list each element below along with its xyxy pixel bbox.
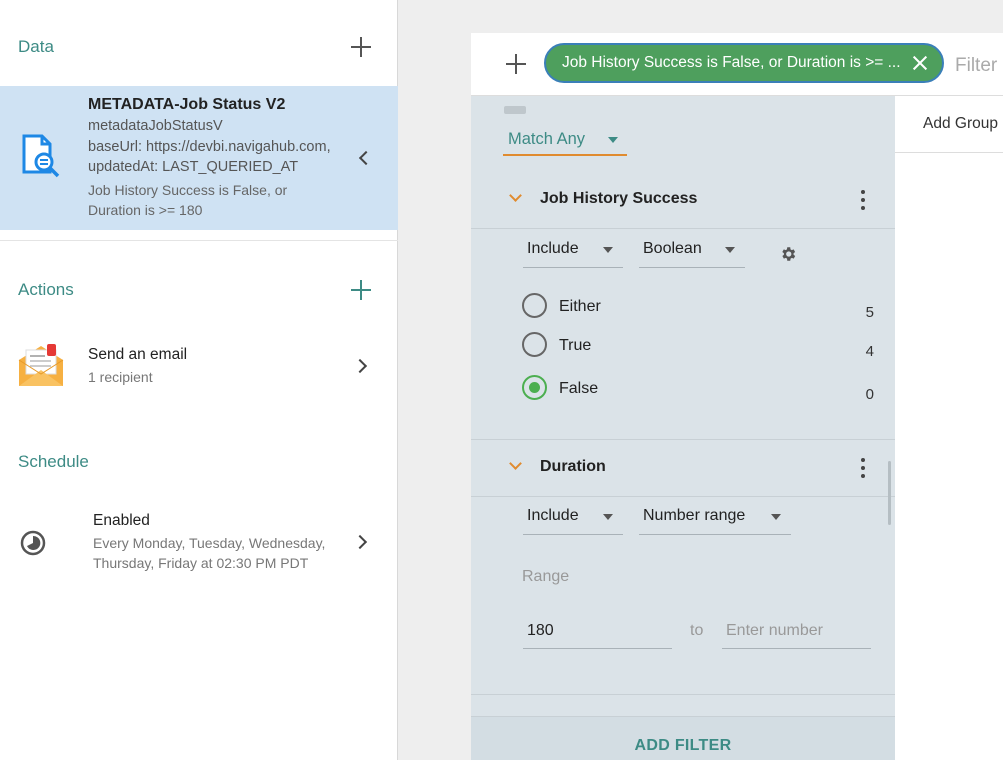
more-vert-icon[interactable]: [861, 458, 865, 478]
radio-true[interactable]: [522, 332, 547, 357]
add-filter-button[interactable]: ADD FILTER: [471, 737, 895, 755]
action-item-email[interactable]: Send an email 1 recipient: [0, 330, 398, 400]
add-filter-footer: ADD FILTER: [471, 716, 895, 760]
divider: [471, 228, 895, 229]
radio-label: False: [559, 380, 599, 397]
data-source-filter-summary-1: Job History Success is False, or: [88, 182, 288, 198]
range-from-value: 180: [527, 622, 554, 639]
match-mode-select[interactable]: Match Any: [503, 124, 627, 156]
left-panel: Data METADATA-Job Status V2 metadataJobS…: [0, 0, 398, 760]
filter-group-title: Job History Success: [540, 190, 698, 207]
chevron-left-icon[interactable]: [358, 150, 374, 166]
add-group-button[interactable]: Add Group: [923, 115, 998, 133]
clock-icon: [20, 530, 46, 556]
close-icon[interactable]: [912, 55, 928, 71]
data-source-subtitle: metadataJobStatusV: [88, 118, 223, 134]
include-select[interactable]: Include: [523, 234, 623, 268]
range-to-input[interactable]: Enter number: [722, 613, 871, 649]
schedule-days: Every Monday, Tuesday, Wednesday,: [93, 535, 326, 551]
chevron-down-icon[interactable]: [509, 457, 522, 470]
data-source-filter-summary-2: Duration is >= 180: [88, 202, 203, 218]
caret-down-icon: [603, 247, 613, 253]
chevron-right-icon[interactable]: [352, 358, 368, 374]
range-label: Range: [522, 568, 570, 585]
filter-group-job-history-success[interactable]: Job History Success: [471, 178, 895, 222]
email-envelope-icon: [18, 344, 64, 386]
add-filter-chip-icon[interactable]: [505, 53, 527, 75]
data-source-baseurl: baseUrl: https://devbi.navigahub.com,: [88, 139, 331, 155]
add-data-icon[interactable]: [350, 36, 372, 58]
schedule-item[interactable]: Enabled Every Monday, Tuesday, Wednesday…: [0, 505, 398, 577]
filter-chip[interactable]: Job History Success is False, or Duratio…: [544, 43, 944, 83]
radio-count: 5: [865, 304, 874, 321]
add-action-icon[interactable]: [350, 279, 372, 301]
data-section-title: Data: [18, 37, 54, 56]
caret-down-icon: [771, 514, 781, 520]
caret-down-icon: [725, 247, 735, 253]
data-source-card[interactable]: METADATA-Job Status V2 metadataJobStatus…: [0, 86, 398, 230]
type-select-label: Boolean: [643, 240, 702, 257]
include-select[interactable]: Include: [523, 501, 623, 535]
include-select-label: Include: [527, 507, 579, 524]
chevron-down-icon[interactable]: [509, 189, 522, 202]
schedule-status: Enabled: [93, 512, 150, 529]
actions-section-title: Actions: [18, 280, 74, 299]
type-select-label: Number range: [643, 507, 746, 524]
chevron-right-icon[interactable]: [352, 534, 368, 550]
group-column: Add Group: [895, 96, 1003, 760]
filter-bar: Job History Success is False, or Duratio…: [471, 33, 1003, 96]
range-from-input[interactable]: 180: [523, 613, 672, 649]
divider: [471, 694, 895, 695]
radio-either[interactable]: [522, 293, 547, 318]
caret-down-icon: [608, 137, 618, 143]
filter-search-hint[interactable]: Filter: [955, 55, 997, 77]
include-select-label: Include: [527, 240, 579, 257]
schedule-section-title: Schedule: [18, 452, 89, 471]
type-select[interactable]: Boolean: [639, 234, 745, 268]
divider: [471, 496, 895, 497]
schedule-time: Thursday, Friday at 02:30 PM PDT: [93, 555, 309, 571]
filter-panel: Match Any Job History Success Include Bo…: [471, 96, 895, 760]
range-to-placeholder: Enter number: [726, 622, 823, 639]
match-mode-label: Match Any: [508, 130, 586, 148]
type-select[interactable]: Number range: [639, 501, 791, 535]
radio-label: True: [559, 337, 592, 354]
drag-handle[interactable]: [504, 106, 526, 114]
radio-false[interactable]: [522, 375, 547, 400]
divider: [895, 152, 1003, 153]
range-to-label: to: [690, 622, 704, 639]
radio-count: 0: [865, 386, 874, 403]
gear-icon[interactable]: [779, 245, 797, 263]
panel-scrollbar[interactable]: [888, 461, 891, 525]
radio-count: 4: [865, 343, 874, 360]
filter-group-duration[interactable]: Duration: [471, 446, 895, 490]
data-source-icon: [22, 134, 60, 178]
action-item-title: Send an email: [88, 346, 188, 363]
radio-label: Either: [559, 298, 601, 315]
divider: [0, 240, 398, 241]
more-vert-icon[interactable]: [861, 190, 865, 210]
divider: [471, 439, 895, 440]
data-source-title: METADATA-Job Status V2: [88, 96, 286, 113]
action-item-subtitle: 1 recipient: [88, 369, 153, 385]
filter-chip-label: Job History Success is False, or Duratio…: [562, 54, 901, 71]
filter-group-title: Duration: [540, 458, 606, 475]
data-source-updated: updatedAt: LAST_QUERIED_AT: [88, 159, 299, 175]
caret-down-icon: [603, 514, 613, 520]
